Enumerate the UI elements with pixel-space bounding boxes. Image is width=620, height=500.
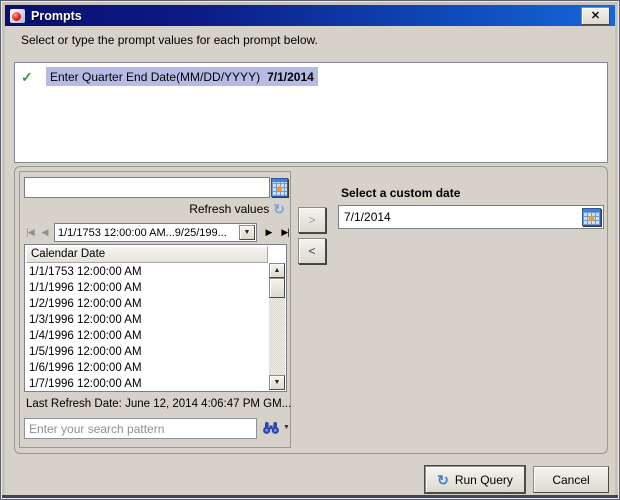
close-icon: ✕: [591, 9, 600, 22]
remove-arrow-icon: <: [308, 244, 315, 258]
value-range-text: 1/1/1753 12:00:00 AM...9/25/199...: [55, 227, 239, 239]
calendar-date-listbox: Calendar Date 1/1/1753 12:00:00 AM1/1/19…: [24, 244, 287, 392]
list-item[interactable]: 1/6/1996 12:00:00 AM: [26, 360, 268, 376]
cancel-label: Cancel: [552, 473, 589, 487]
add-value-button[interactable]: >: [298, 207, 326, 233]
value-filter-input[interactable]: [24, 177, 270, 198]
app-icon: [10, 9, 25, 23]
custom-date-calendar-button[interactable]: [581, 207, 602, 227]
add-arrow-icon: >: [308, 213, 315, 227]
list-scrollbar[interactable]: ▲ ▼: [269, 263, 285, 390]
instruction-text: Select or type the prompt values for eac…: [21, 33, 318, 47]
scroll-up-icon: ▲: [274, 267, 281, 274]
search-pattern-input[interactable]: [24, 418, 257, 439]
binoculars-icon[interactable]: [262, 421, 280, 438]
list-item[interactable]: 1/1/1753 12:00:00 AM: [26, 264, 268, 280]
prompts-dialog: Prompts ✕ Select or type the prompt valu…: [0, 0, 620, 500]
custom-date-field: 7/1/2014: [338, 205, 604, 229]
list-item[interactable]: 1/4/1996 12:00:00 AM: [26, 328, 268, 344]
refresh-values-link[interactable]: Refresh values: [189, 202, 269, 216]
run-query-refresh-icon: ↻: [437, 474, 449, 486]
prompt-list-box: ✓ Enter Quarter End Date(MM/DD/YYYY) 7/1…: [14, 62, 608, 163]
refresh-row: Refresh values ↻: [189, 202, 285, 216]
calendar-icon: [271, 178, 288, 197]
list-of-values-panel: Refresh values ↻ |◀ ◀ 1/1/1753 12:00:00 …: [19, 171, 291, 448]
list-item[interactable]: 1/5/1996 12:00:00 AM: [26, 344, 268, 360]
scroll-down-button[interactable]: ▼: [269, 375, 285, 390]
list-item[interactable]: 1/2/1996 12:00:00 AM: [26, 296, 268, 312]
custom-date-input[interactable]: 7/1/2014: [339, 210, 581, 224]
cancel-button[interactable]: Cancel: [533, 466, 609, 493]
answered-check-icon: ✓: [21, 69, 33, 86]
run-query-button[interactable]: ↻ Run Query: [425, 466, 525, 493]
list-item[interactable]: 1/7/1996 12:00:00 AM: [26, 376, 268, 390]
dropdown-arrow-icon[interactable]: ▼: [239, 225, 255, 240]
scrollbar-thumb[interactable]: [269, 278, 285, 298]
calendar-icon: [582, 208, 601, 226]
remove-value-button[interactable]: <: [298, 238, 326, 264]
window-title: Prompts: [31, 9, 82, 23]
calendar-date-list: 1/1/1753 12:00:00 AM1/1/1996 12:00:00 AM…: [26, 264, 268, 390]
value-range-dropdown[interactable]: 1/1/1753 12:00:00 AM...9/25/199... ▼: [54, 223, 257, 242]
prompt-item-selected[interactable]: Enter Quarter End Date(MM/DD/YYYY) 7/1/2…: [46, 67, 318, 86]
filter-calendar-button[interactable]: [270, 177, 289, 198]
prompt-current-value: 7/1/2014: [267, 70, 314, 84]
page-navigation: |◀ ◀ 1/1/1753 12:00:00 AM...9/25/199... …: [22, 223, 294, 242]
first-page-button[interactable]: |◀: [22, 223, 38, 242]
list-item[interactable]: 1/1/1996 12:00:00 AM: [26, 280, 268, 296]
search-options-caret-icon[interactable]: ▼: [283, 424, 290, 431]
close-button[interactable]: ✕: [581, 7, 610, 25]
last-refresh-date: Last Refresh Date: June 12, 2014 4:06:47…: [26, 398, 291, 410]
custom-date-label: Select a custom date: [341, 186, 460, 200]
list-item[interactable]: 1/3/1996 12:00:00 AM: [26, 312, 268, 328]
scroll-up-button[interactable]: ▲: [269, 263, 285, 278]
previous-page-button[interactable]: ◀: [38, 223, 51, 242]
last-page-button[interactable]: ▶|: [276, 223, 294, 242]
scroll-down-icon: ▼: [274, 379, 281, 386]
list-column-header[interactable]: Calendar Date: [26, 246, 268, 263]
next-page-button[interactable]: ▶: [261, 223, 276, 242]
title-bar[interactable]: Prompts ✕: [5, 5, 615, 26]
prompt-label: Enter Quarter End Date(MM/DD/YYYY): [50, 70, 260, 84]
refresh-icon[interactable]: ↻: [273, 203, 285, 215]
run-query-label: Run Query: [455, 473, 513, 487]
